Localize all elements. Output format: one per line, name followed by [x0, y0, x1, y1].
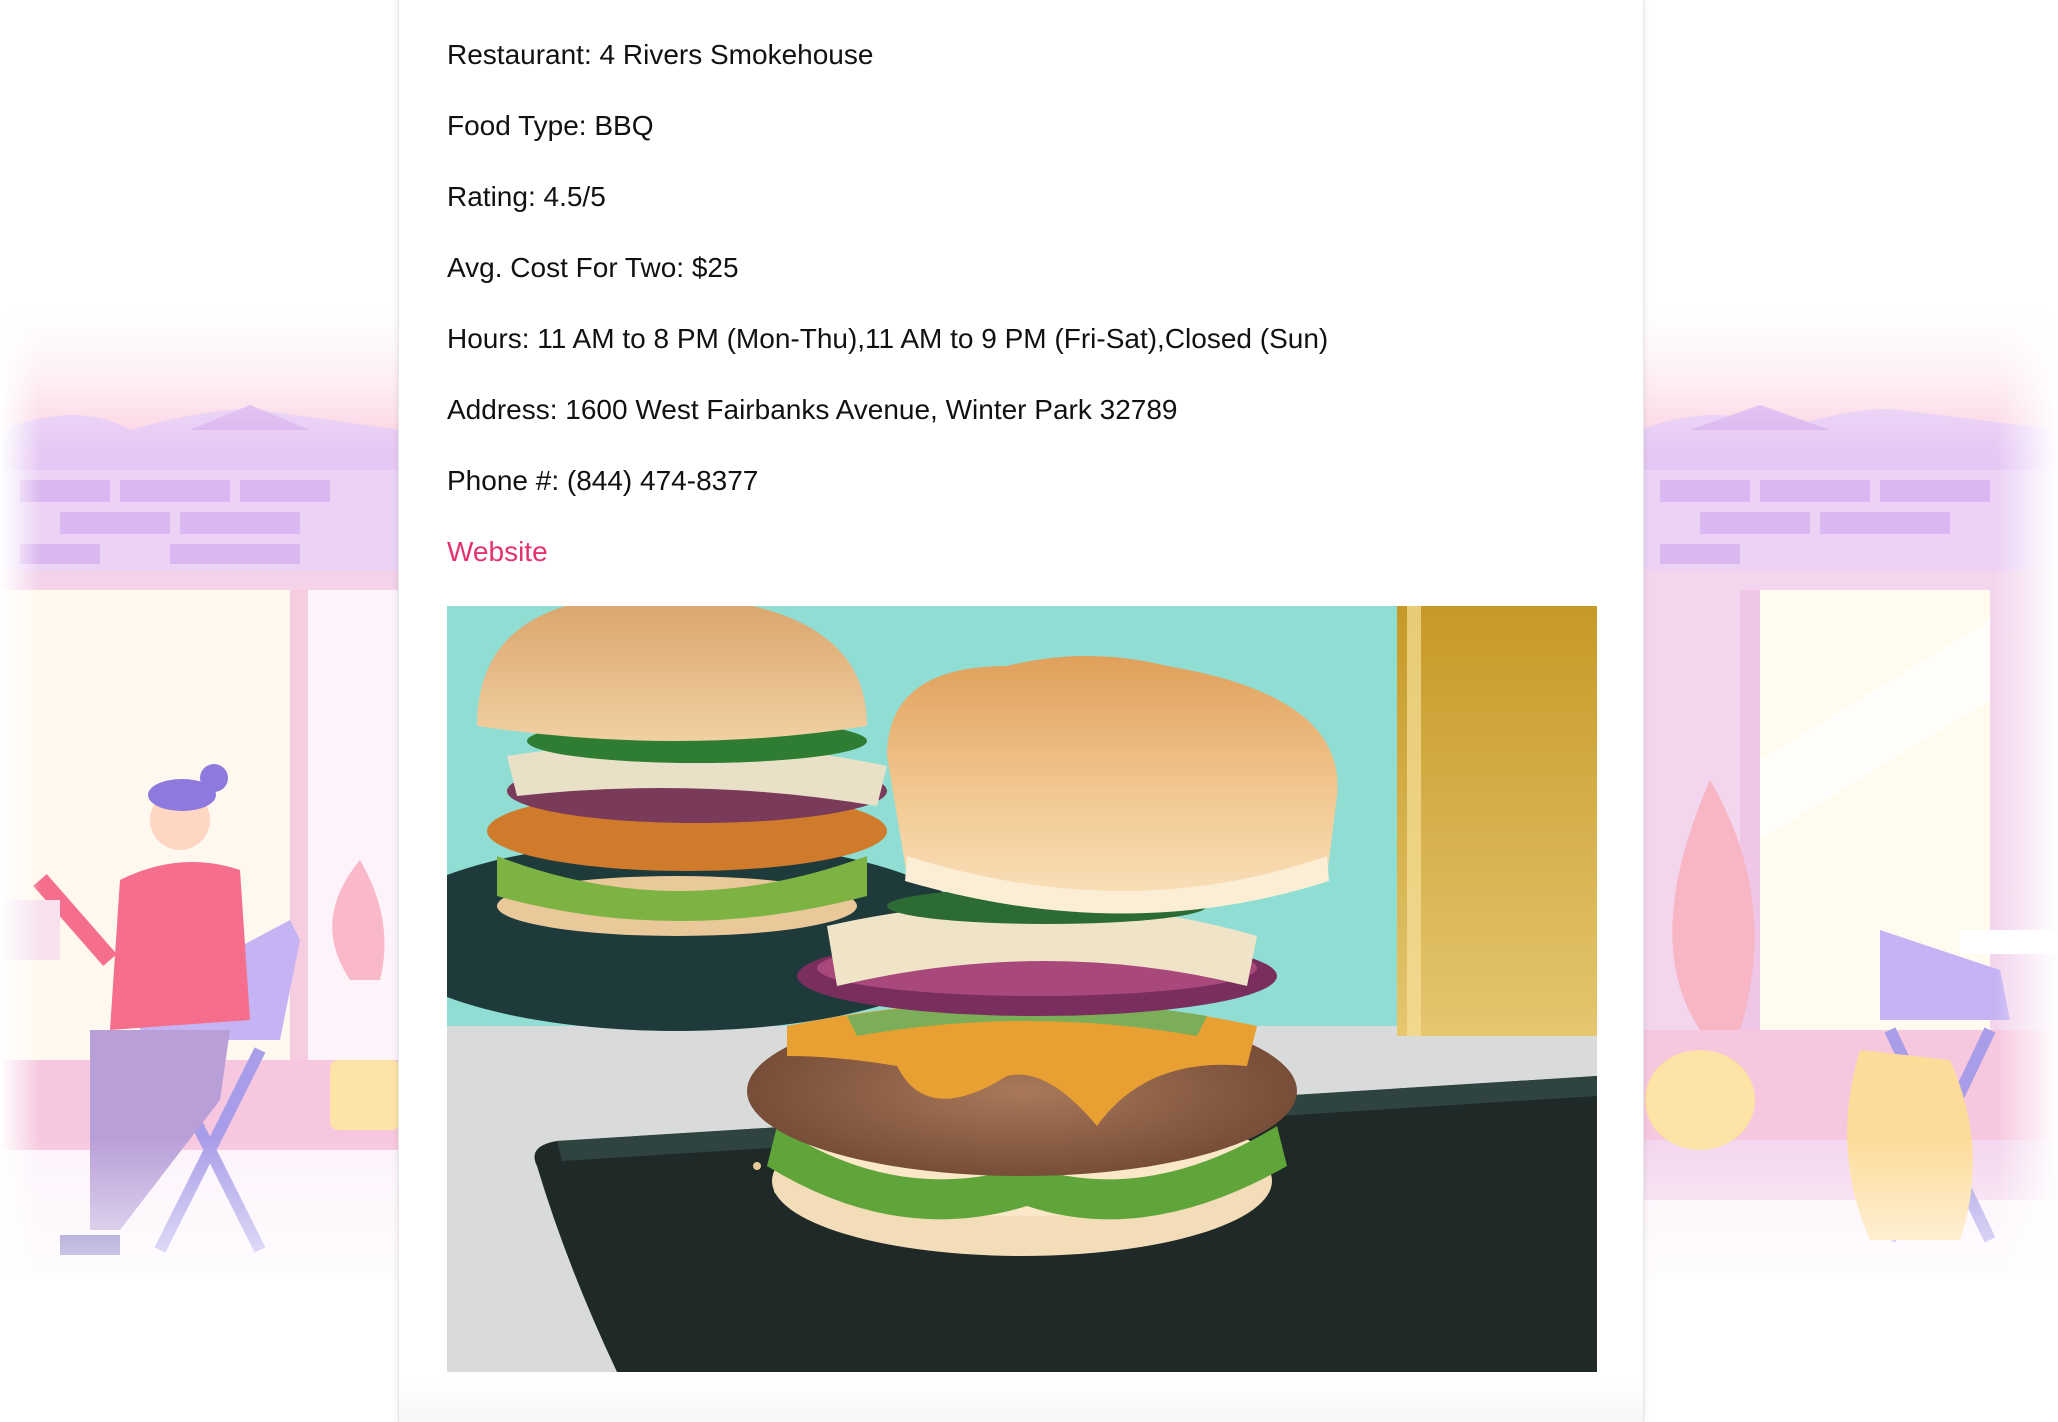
cost-value: $25 — [691, 252, 739, 283]
cost-label: Avg. Cost For Two: — [447, 252, 685, 283]
address-label: Address: — [447, 394, 558, 425]
card-bottom-edge — [399, 1382, 1643, 1422]
phone-value: (844) 474-8377 — [566, 465, 759, 496]
rating-value: 4.5/5 — [543, 181, 606, 212]
restaurant-name-line: Restaurant: 4 Rivers Smokehouse — [447, 38, 1328, 72]
cost-line: Avg. Cost For Two: $25 — [447, 251, 1328, 285]
address-value: 1600 West Fairbanks Avenue, Winter Park … — [565, 394, 1178, 425]
hours-line: Hours: 11 AM to 8 PM (Mon-Thu),11 AM to … — [447, 322, 1328, 356]
address-line: Address: 1600 West Fairbanks Avenue, Win… — [447, 393, 1328, 427]
rating-line: Rating: 4.5/5 — [447, 180, 1328, 214]
phone-line: Phone #: (844) 474-8377 — [447, 464, 1328, 498]
hours-label: Hours: — [447, 323, 530, 354]
rating-label: Rating: — [447, 181, 536, 212]
restaurant-name-label: Restaurant: — [447, 39, 592, 70]
website-line: Website — [447, 535, 1328, 569]
phone-label: Phone #: — [447, 465, 560, 496]
restaurant-info-list: Restaurant: 4 Rivers Smokehouse Food Typ… — [447, 38, 1328, 606]
burger-photo — [447, 606, 1597, 1372]
food-type-value: BBQ — [594, 110, 654, 141]
restaurant-card: Restaurant: 4 Rivers Smokehouse Food Typ… — [398, 0, 1644, 1422]
website-link[interactable]: Website — [447, 535, 548, 569]
restaurant-name: 4 Rivers Smokehouse — [599, 39, 874, 70]
hours-value: 11 AM to 8 PM (Mon-Thu),11 AM to 9 PM (F… — [537, 323, 1329, 354]
food-type-label: Food Type: — [447, 110, 587, 141]
food-type-line: Food Type: BBQ — [447, 109, 1328, 143]
